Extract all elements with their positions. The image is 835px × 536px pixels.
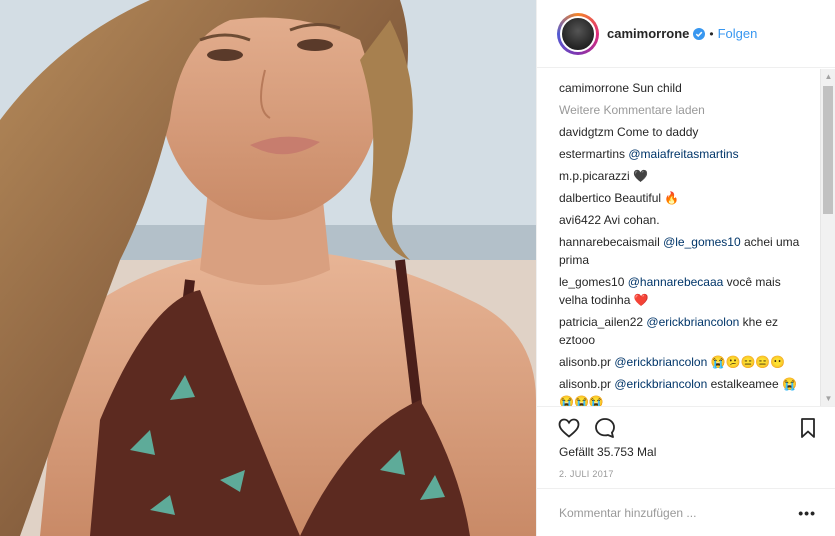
- scroll-down-arrow-icon[interactable]: ▼: [821, 391, 835, 406]
- comment-username[interactable]: estermartins: [559, 147, 625, 161]
- add-comment-input[interactable]: Kommentar hinzufügen ...: [559, 506, 798, 520]
- comment-item: le_gomes10 @hannarebecaaa você mais velh…: [559, 273, 807, 309]
- comment-item: hannarebecaismail @le_gomes10 achei uma …: [559, 233, 807, 269]
- add-comment-section: Kommentar hinzufügen ... •••: [537, 488, 835, 536]
- more-options-icon[interactable]: •••: [798, 505, 816, 521]
- comments-list[interactable]: camimorrone Sun child Weitere Kommentare…: [537, 69, 835, 406]
- comment-item: alisonb.pr @erickbriancolon 😭😕😑😑😶: [559, 353, 807, 371]
- post-side-panel: camimorrone • Folgen camimorrone Sun chi…: [536, 0, 835, 536]
- comment-item: avi6422 Avi cohan.: [559, 211, 807, 229]
- comment-text: Come to daddy: [617, 125, 699, 139]
- verified-badge-icon: [693, 27, 706, 40]
- comments-scrollbar[interactable]: ▲ ▼: [820, 69, 835, 406]
- comment-text: Beautiful 🔥: [614, 191, 680, 205]
- post-photo[interactable]: [0, 0, 536, 536]
- comment-item: alisonb.pr @erickbriancolon estalkeamee …: [559, 375, 807, 406]
- comment-username[interactable]: hannarebecaismail: [559, 235, 660, 249]
- comment-username[interactable]: alisonb.pr: [559, 377, 611, 391]
- comment-item: m.p.picarazzi 🖤: [559, 167, 807, 185]
- comment-username[interactable]: m.p.picarazzi: [559, 169, 630, 183]
- load-more-comments-link[interactable]: Weitere Kommentare laden: [559, 101, 807, 119]
- caption: camimorrone Sun child: [559, 79, 807, 97]
- comment-text: Avi cohan.: [603, 213, 660, 227]
- comment-item: davidgtzm Come to daddy: [559, 123, 807, 141]
- comment-username[interactable]: dalbertico: [559, 191, 611, 205]
- comment-mention[interactable]: @erickbriancolon: [646, 315, 739, 329]
- comment-text: 🖤: [633, 169, 648, 183]
- comment-username[interactable]: davidgtzm: [559, 125, 614, 139]
- comment-username[interactable]: alisonb.pr: [559, 355, 611, 369]
- heart-icon[interactable]: [557, 416, 581, 440]
- follow-button[interactable]: Folgen: [718, 26, 758, 41]
- comment-username[interactable]: le_gomes10: [559, 275, 624, 289]
- comment-text: 😭😕😑😑😶: [710, 355, 786, 369]
- comment-username[interactable]: patricia_ailen22: [559, 315, 643, 329]
- bookmark-icon[interactable]: [796, 416, 820, 440]
- scroll-up-arrow-icon[interactable]: ▲: [821, 69, 835, 84]
- post-actions-bar: [537, 406, 835, 448]
- separator-dot: •: [709, 26, 714, 41]
- comment-mention[interactable]: @maiafreitasmartins: [628, 147, 738, 161]
- avatar[interactable]: [560, 15, 596, 52]
- comment-mention[interactable]: @erickbriancolon: [614, 355, 707, 369]
- post-date[interactable]: 2. JULI 2017: [559, 469, 614, 479]
- likes-count[interactable]: Gefällt 35.753 Mal: [559, 445, 656, 459]
- comment-item: patricia_ailen22 @erickbriancolon khe ez…: [559, 313, 807, 349]
- comment-bubble-icon[interactable]: [593, 416, 617, 440]
- comment-mention[interactable]: @le_gomes10: [663, 235, 741, 249]
- post-header: camimorrone • Folgen: [537, 0, 835, 68]
- comment-mention[interactable]: @erickbriancolon: [614, 377, 707, 391]
- comment-username[interactable]: avi6422: [559, 213, 601, 227]
- comment-text: Sun child: [632, 81, 682, 95]
- comment-username[interactable]: camimorrone: [559, 81, 629, 95]
- comment-item: dalbertico Beautiful 🔥: [559, 189, 807, 207]
- comment-item: estermartins @maiafreitasmartins: [559, 145, 807, 163]
- scrollbar-thumb[interactable]: [823, 86, 833, 214]
- avatar-story-ring[interactable]: [557, 12, 599, 55]
- comment-mention[interactable]: @hannarebecaaa: [628, 275, 724, 289]
- post-photo-illustration: [0, 0, 536, 536]
- author-username[interactable]: camimorrone: [607, 26, 689, 41]
